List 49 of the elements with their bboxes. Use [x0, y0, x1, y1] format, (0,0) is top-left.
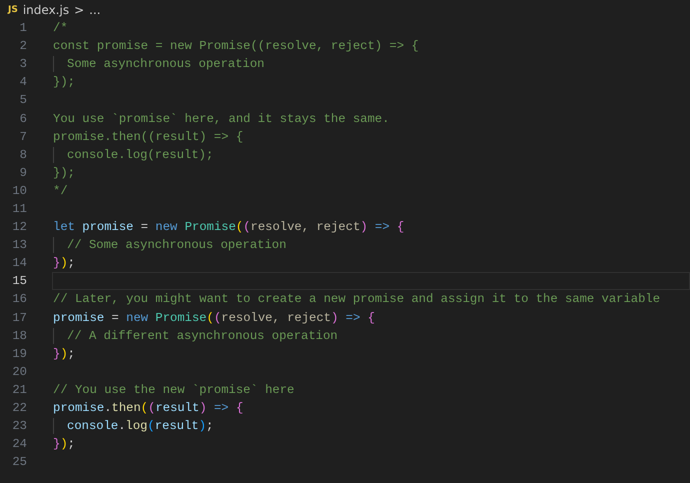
line-number: 24 [11, 437, 27, 452]
code-line: }); [52, 74, 76, 92]
code-line: Some asynchronous operation [52, 55, 690, 74]
line-number: 4 [18, 75, 27, 90]
line-number: 3 [18, 57, 27, 72]
line-number: 19 [11, 346, 27, 361]
line-number: 23 [11, 419, 27, 434]
line-number: 17 [11, 310, 27, 325]
code-line: /* [52, 20, 69, 38]
code-line: }); [52, 346, 76, 363]
code-line: // A different asynchronous operation [52, 326, 690, 345]
line-number: 6 [18, 112, 27, 126]
line-number: 8 [18, 148, 27, 162]
line-number: 13 [11, 238, 27, 252]
code-line: let promise = new Promise((resolve, reject) => { [52, 219, 406, 236]
code-line: // Some asynchronous operation [52, 236, 690, 254]
code-line: }); [52, 436, 76, 454]
code-line: You use `promise` here, and it stays the same. [52, 110, 390, 128]
code-line: const promise = new Promise((resolve, reject) => { [52, 38, 420, 56]
code-line: console.log(result); [52, 417, 690, 436]
line-number: 12 [11, 220, 27, 234]
line-number: 15 [11, 274, 27, 288]
code-line: console.log(result); [52, 146, 690, 164]
javascript-file-icon: JS [8, 4, 18, 14]
line-number: 14 [11, 256, 27, 270]
line-number: 20 [11, 364, 27, 379]
line-number: 18 [11, 328, 27, 343]
breadcrumb-file[interactable]: index.js [22, 2, 70, 16]
line-number: 1 [18, 21, 27, 36]
line-number: 2 [18, 39, 27, 54]
code-line: promise = new Promise((resolve, reject) => { [52, 310, 376, 327]
line-number: 25 [11, 455, 27, 470]
code-line: }); [52, 255, 76, 272]
code-line: promise.then((result) => { [52, 400, 244, 418]
line-number: 16 [11, 292, 27, 306]
code-line: promise.then((result) => { [52, 128, 244, 146]
line-number: 9 [18, 166, 27, 180]
line-number: 5 [18, 93, 27, 108]
line-number: 10 [11, 184, 27, 198]
code-line: // You use the new `promise` here [52, 382, 296, 399]
line-number: 21 [11, 382, 27, 397]
breadcrumb-more[interactable]: ... [89, 2, 101, 16]
code-line: // Later, you might want to create a new promise and assign it to the same variable [52, 291, 662, 308]
line-number: 7 [18, 130, 27, 144]
line-number: 22 [11, 401, 27, 416]
breadcrumb-separator: > [74, 2, 84, 16]
code-line: */ [52, 182, 69, 200]
code-line: }); [52, 164, 76, 182]
line-number: 11 [11, 202, 27, 216]
